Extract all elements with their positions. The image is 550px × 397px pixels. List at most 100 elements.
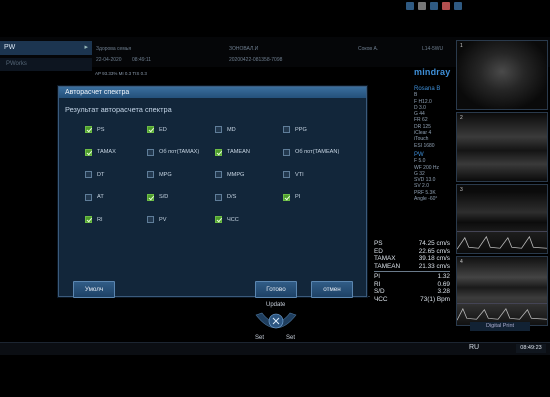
spectrum-baseline xyxy=(60,296,370,336)
reading-row: ЧСС 73(1) Bpm xyxy=(374,296,450,304)
checkbox-box[interactable] xyxy=(283,193,290,201)
reading-value: 3.28 xyxy=(437,288,450,295)
reading-divider xyxy=(374,271,450,272)
checkbox-pv[interactable]: PV xyxy=(147,216,166,223)
checkbox-label: MPG xyxy=(159,171,172,178)
thumbnail-number: 3 xyxy=(460,187,463,193)
checkbox-pi[interactable]: PI xyxy=(283,193,301,201)
checkbox-box[interactable] xyxy=(85,148,92,156)
doppler-waveform xyxy=(457,231,547,253)
thumbnail-number: 4 xyxy=(460,259,463,265)
network-icon[interactable] xyxy=(406,2,414,10)
checkbox-box[interactable] xyxy=(215,216,222,223)
record-icon[interactable] xyxy=(442,2,450,10)
checkbox-dt[interactable]: DT xyxy=(85,171,104,178)
checkbox-box[interactable] xyxy=(283,171,290,178)
checkbox-label: Об пот(TAMAX) xyxy=(159,149,200,155)
checkbox-box[interactable] xyxy=(283,148,290,156)
checkbox-ed[interactable]: ED xyxy=(147,126,167,133)
thumbnail-image[interactable]: 1 xyxy=(456,40,548,110)
checkbox-hr[interactable]: ЧСС xyxy=(215,216,239,223)
reading-value: 1.32 xyxy=(437,273,450,280)
section-title: Результат авторасчета спектра xyxy=(65,105,172,114)
checkbox-mmpg[interactable]: MMPG xyxy=(215,171,244,178)
checkbox-md[interactable]: MD xyxy=(215,126,236,133)
checkbox-box[interactable] xyxy=(85,126,92,133)
checkbox-box[interactable] xyxy=(147,126,154,133)
checkbox-box[interactable] xyxy=(215,126,222,133)
checkbox-row: PS ED MD PPG xyxy=(79,126,369,149)
patient-name: Здорова семья xyxy=(96,46,132,52)
checkbox-ppg[interactable]: PPG xyxy=(283,126,307,133)
checkbox-at[interactable]: AT xyxy=(85,193,104,201)
thumbnail-image[interactable]: 3 xyxy=(456,184,548,254)
checkbox-label: PI xyxy=(295,194,301,200)
checkbox-s-d[interactable]: S/D xyxy=(147,193,168,201)
chevron-right-icon: ▸ xyxy=(84,44,88,51)
checkbox-mpg[interactable]: MPG xyxy=(147,171,172,178)
reading-value: 74.25 cm/s xyxy=(418,240,450,247)
mindray-logo: mindray xyxy=(414,67,451,77)
b-section-label: Rosana B xyxy=(414,86,441,92)
reading-row: RI 0.69 xyxy=(374,281,450,289)
ok-button[interactable]: Готово xyxy=(255,281,297,298)
checkbox-box[interactable] xyxy=(147,216,154,223)
storage-icon[interactable] xyxy=(454,2,462,10)
checkbox-flow-tamean[interactable]: Об пот(TAMEAN) xyxy=(283,148,339,156)
checkbox-tamax[interactable]: TAMAX xyxy=(85,148,116,156)
checkbox-label: AT xyxy=(97,194,104,200)
mode-tab-label: PW xyxy=(4,44,16,51)
usb-icon[interactable] xyxy=(430,2,438,10)
checkbox-box[interactable] xyxy=(147,193,154,201)
reading-row: TAMEAN 21.33 cm/s xyxy=(374,263,450,271)
mode-sub-item[interactable]: PWorks xyxy=(0,58,92,71)
checkbox-ps[interactable]: PS xyxy=(85,126,104,133)
checkbox-label: RI xyxy=(97,216,103,223)
checkbox-label: PS xyxy=(97,126,105,133)
reading-row: S/D 3.28 xyxy=(374,288,450,296)
checkbox-d-s[interactable]: D/S xyxy=(215,193,236,201)
checkbox-box[interactable] xyxy=(215,171,222,178)
mode-tab-pw[interactable]: PW ▸ xyxy=(0,41,92,55)
reading-label: ED xyxy=(374,247,383,255)
checkbox-box[interactable] xyxy=(283,126,290,133)
digital-print-button[interactable]: Digital Print xyxy=(470,322,530,331)
reading-value: 22.65 cm/s xyxy=(418,247,450,255)
exam-id: 20200422-081358-7098 xyxy=(229,57,283,63)
language-indicator[interactable]: RU xyxy=(469,344,479,351)
thumbnail-image[interactable]: 2 xyxy=(456,112,548,182)
checkbox-box[interactable] xyxy=(85,171,92,178)
imaging-params: Rosana B B F H12.0 D 3.0 G 44 FR 62 DR 1… xyxy=(414,86,440,202)
checkbox-vti[interactable]: VTI xyxy=(283,171,304,178)
dialog-title: Авторасчет спектра xyxy=(59,87,366,98)
checkbox-label: MMPG xyxy=(227,171,245,178)
thumbnail-image[interactable]: 4 xyxy=(456,256,548,326)
reading-value: 39.18 cm/s xyxy=(418,255,450,262)
checkbox-label: VTI xyxy=(295,171,304,178)
reading-value: 0.69 xyxy=(437,280,450,288)
default-button[interactable]: Умолч xyxy=(73,281,115,298)
printer-icon[interactable] xyxy=(418,2,426,10)
checkbox-box[interactable] xyxy=(85,193,92,201)
checkbox-box[interactable] xyxy=(147,148,154,156)
auto-spectrum-dialog: Авторасчет спектра Результат авторасчета… xyxy=(58,86,369,298)
checkbox-box[interactable] xyxy=(147,171,154,178)
checkbox-label: ЧСС xyxy=(227,216,239,223)
checkbox-ri[interactable]: RI xyxy=(85,216,103,223)
measurement-results: PS 74.25 cm/s ED 22.65 cm/s TAMAX 39.18 cm/… xyxy=(374,240,450,303)
checkbox-row: DT MPG MMPG VTI xyxy=(79,171,369,194)
checkbox-box[interactable] xyxy=(85,216,92,223)
reading-label: RI xyxy=(374,280,381,288)
checkbox-flow-tamax[interactable]: Об пот(TAMAX) xyxy=(147,148,200,156)
checkbox-box[interactable] xyxy=(215,148,222,156)
cancel-button[interactable]: отмен xyxy=(311,281,353,298)
acoustic-power-readout: AP 93.33% MI 0.3 TIS 0.3 xyxy=(95,71,147,76)
exam-date: 22-04-2020 xyxy=(96,57,122,63)
checkbox-tamean[interactable]: TAMEAN xyxy=(215,148,250,156)
thumbnail-strip: 1 2 3 4 xyxy=(456,40,548,328)
checkbox-box[interactable] xyxy=(215,193,222,201)
reading-row: PI 1.32 xyxy=(374,273,450,281)
checkbox-label: DT xyxy=(97,171,105,178)
reading-row: PS 74.25 cm/s xyxy=(374,240,450,248)
checkbox-label: PPG xyxy=(295,126,307,133)
